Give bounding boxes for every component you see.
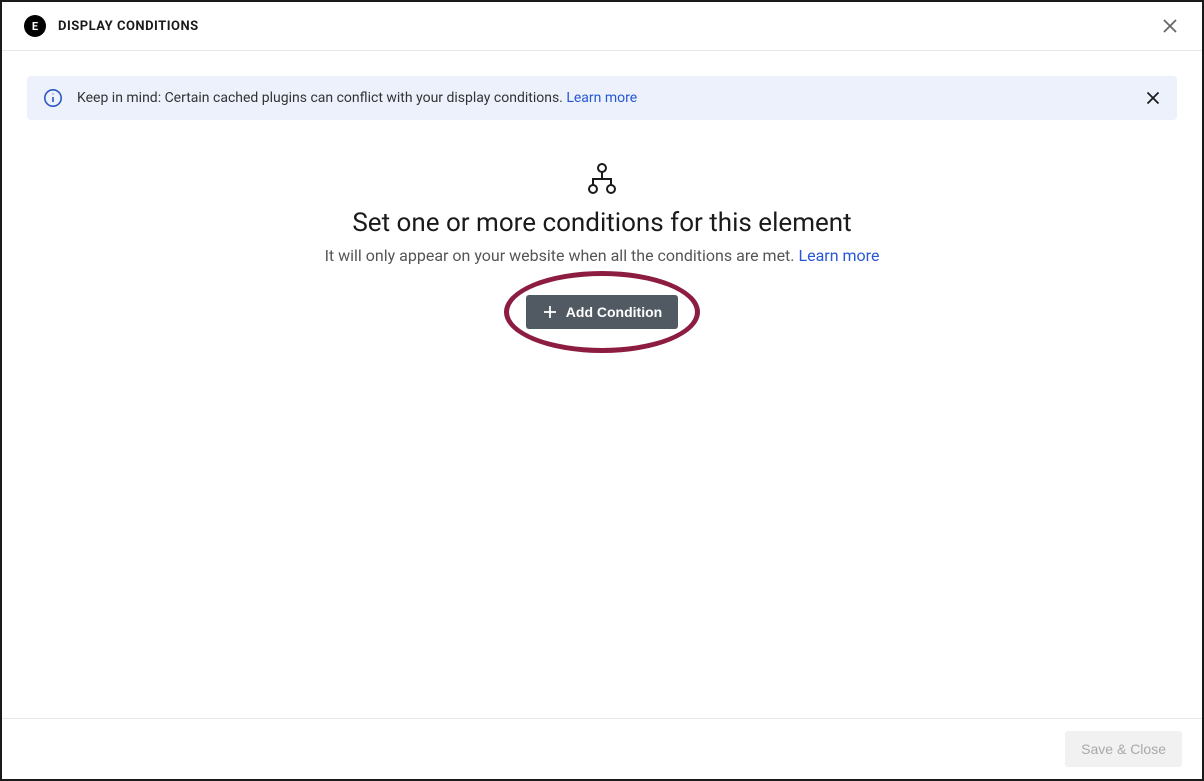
close-icon xyxy=(1161,17,1179,35)
plus-icon xyxy=(542,304,558,320)
subtitle-text: It will only appear on your website when… xyxy=(325,246,799,265)
empty-state: Set one or more conditions for this elem… xyxy=(27,120,1177,329)
empty-state-subtitle: It will only appear on your website when… xyxy=(27,246,1177,265)
learn-more-link[interactable]: Learn more xyxy=(798,246,879,265)
sitemap-icon xyxy=(27,162,1177,196)
empty-state-title: Set one or more conditions for this elem… xyxy=(27,208,1177,238)
dismiss-notice-button[interactable] xyxy=(1145,90,1161,106)
notice-text: Keep in mind: Certain cached plugins can… xyxy=(77,90,637,106)
add-condition-button[interactable]: Add Condition xyxy=(526,295,678,329)
save-close-button[interactable]: Save & Close xyxy=(1065,731,1182,767)
dialog-title: DISPLAY CONDITIONS xyxy=(58,19,199,34)
notice-left: Keep in mind: Certain cached plugins can… xyxy=(43,88,637,108)
add-condition-wrap: Add Condition xyxy=(526,295,678,329)
notice-message: Keep in mind: Certain cached plugins can… xyxy=(77,90,566,106)
dialog-header: E DISPLAY CONDITIONS xyxy=(2,2,1202,51)
notice-learn-more-link[interactable]: Learn more xyxy=(566,90,637,106)
info-icon xyxy=(43,88,63,108)
info-notice: Keep in mind: Certain cached plugins can… xyxy=(27,76,1177,120)
dialog-content: Keep in mind: Certain cached plugins can… xyxy=(2,51,1202,329)
header-left: E DISPLAY CONDITIONS xyxy=(24,15,199,37)
close-dialog-button[interactable] xyxy=(1158,14,1182,38)
close-icon xyxy=(1145,90,1161,106)
add-condition-label: Add Condition xyxy=(566,304,662,320)
dialog-footer: Save & Close xyxy=(2,718,1202,779)
elementor-logo-icon: E xyxy=(24,15,46,37)
